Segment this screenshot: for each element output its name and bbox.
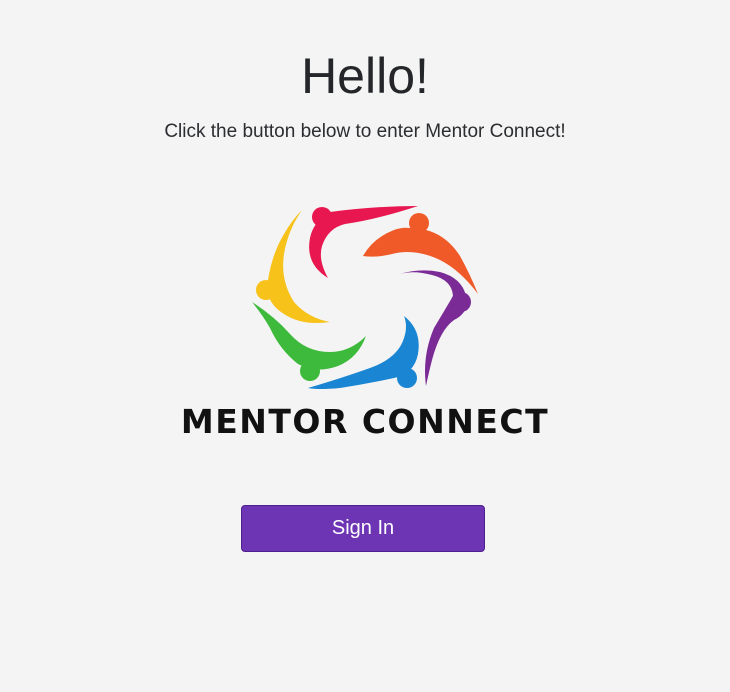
logo-figure-orange: [363, 213, 478, 294]
page-title: Hello!: [301, 48, 429, 104]
page-subtitle: Click the button below to enter Mentor C…: [164, 121, 566, 142]
sign-in-button[interactable]: Sign In: [241, 505, 485, 552]
mentor-connect-logo: MENTOR CONNECT: [170, 198, 560, 448]
landing-page: Hello! Click the button below to enter M…: [0, 0, 730, 692]
logo-figure-green: [252, 302, 366, 381]
logo-wordmark: MENTOR CONNECT: [180, 402, 550, 441]
people-circle-icon: [252, 206, 478, 389]
